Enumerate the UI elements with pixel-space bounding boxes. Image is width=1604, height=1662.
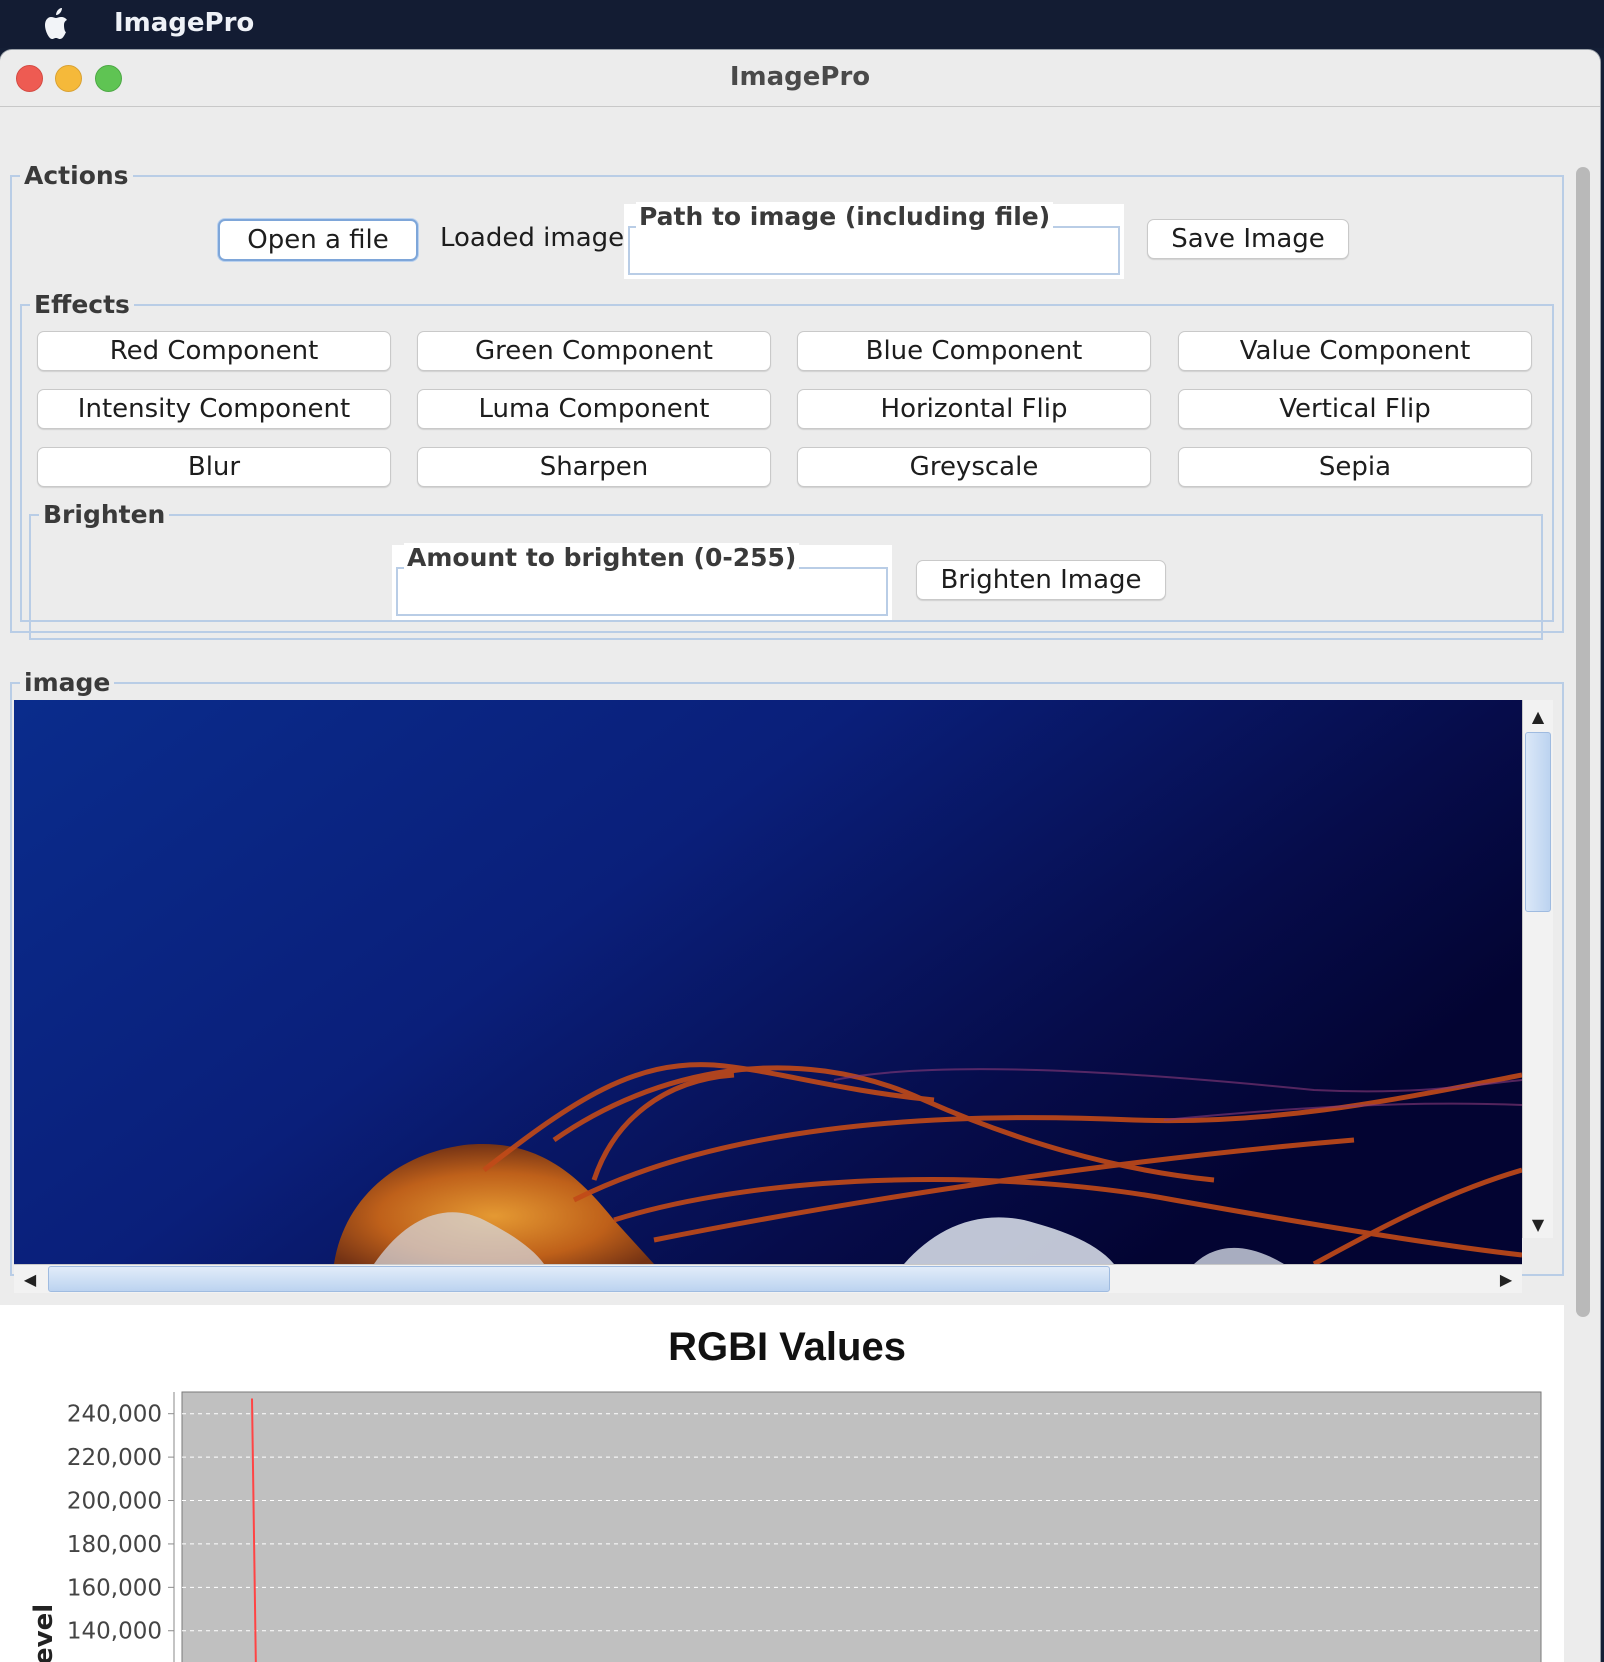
brighten-image-button[interactable]: Brighten Image <box>916 560 1166 600</box>
green-component-button[interactable]: Green Component <box>417 331 771 371</box>
scroll-left-arrow-icon[interactable]: ◀ <box>16 1265 44 1293</box>
title-bar: ImagePro <box>0 50 1600 107</box>
loaded-image <box>14 700 1522 1264</box>
brighten-amount-input[interactable] <box>400 575 884 603</box>
y-tick-label: 140,000 <box>67 1619 162 1645</box>
sepia-button[interactable]: Sepia <box>1178 447 1532 487</box>
scroll-right-arrow-icon[interactable]: ▶ <box>1492 1265 1520 1293</box>
blue-component-button[interactable]: Blue Component <box>797 331 1151 371</box>
scroll-down-arrow-icon[interactable]: ▼ <box>1524 1210 1552 1238</box>
y-tick-label: 200,000 <box>67 1489 162 1515</box>
open-file-button[interactable]: Open a file <box>218 219 418 261</box>
value-component-button[interactable]: Value Component <box>1178 331 1532 371</box>
apple-icon[interactable] <box>40 6 74 42</box>
window-scroll-thumb[interactable] <box>1576 167 1590 1317</box>
red-component-button[interactable]: Red Component <box>37 331 391 371</box>
y-tick-label: 220,000 <box>67 1445 162 1471</box>
scroll-up-arrow-icon[interactable]: ▲ <box>1524 702 1552 730</box>
image-vertical-scrollbar[interactable]: ▲ ▼ <box>1522 700 1553 1238</box>
y-tick-label: 160,000 <box>67 1575 162 1601</box>
effects-group-title: Effects <box>30 290 134 320</box>
image-horizontal-scrollbar[interactable]: ◀ ▶ <box>14 1264 1522 1293</box>
image-group-title: image <box>20 668 115 698</box>
actions-group-title: Actions <box>20 161 133 191</box>
path-field-label: Path to image (including file) <box>636 202 1054 232</box>
loaded-image-label: Loaded image <box>440 223 625 253</box>
y-axis-label: evel <box>29 1604 59 1662</box>
rgbi-chart-panel: RGBI Values 240,000 220,000 200,000 180,000… <box>0 1305 1564 1662</box>
chart-title: RGBI Values <box>668 1325 906 1369</box>
window-vertical-scrollbar[interactable] <box>1572 163 1594 1363</box>
brighten-amount-label: Amount to brighten (0-255) <box>404 543 800 573</box>
menu-app-name[interactable]: ImagePro <box>114 8 254 38</box>
intensity-component-button[interactable]: Intensity Component <box>37 389 391 429</box>
plot-area <box>181 1391 1542 1662</box>
menu-bar: ImagePro <box>0 0 1604 48</box>
luma-component-button[interactable]: Luma Component <box>417 389 771 429</box>
horizontal-scroll-thumb[interactable] <box>48 1266 1110 1292</box>
image-viewport[interactable] <box>14 700 1522 1264</box>
window-content: Actions Open a file Loaded image Path to… <box>0 107 1600 1662</box>
brighten-amount-field: Amount to brighten (0-255) <box>392 543 892 620</box>
sharpen-button[interactable]: Sharpen <box>417 447 771 487</box>
greyscale-button[interactable]: Greyscale <box>797 447 1151 487</box>
vertical-scroll-thumb[interactable] <box>1525 732 1551 912</box>
window-title: ImagePro <box>729 62 871 92</box>
blur-button[interactable]: Blur <box>37 447 391 487</box>
app-window: ImagePro Actions Open a file Loaded imag… <box>0 50 1600 1662</box>
brighten-group-title: Brighten <box>39 500 170 530</box>
path-input[interactable] <box>632 234 1116 262</box>
y-tick-label: 180,000 <box>67 1532 162 1558</box>
horizontal-flip-button[interactable]: Horizontal Flip <box>797 389 1151 429</box>
path-field: Path to image (including file) <box>624 202 1124 279</box>
save-image-button[interactable]: Save Image <box>1147 219 1349 259</box>
y-tick-label: 240,000 <box>67 1402 162 1428</box>
vertical-flip-button[interactable]: Vertical Flip <box>1178 389 1532 429</box>
